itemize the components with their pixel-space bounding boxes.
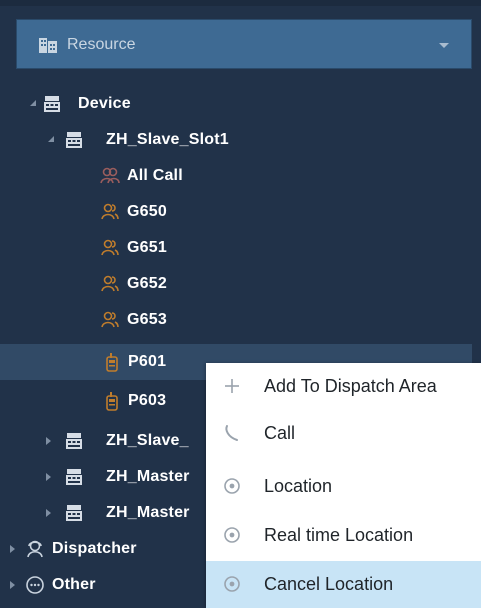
tree-node-label: All Call [127, 167, 183, 184]
tree-node-label: Other [52, 576, 96, 593]
resource-panel: Resource Device ZH_Slave_Slot1 All Call … [0, 0, 481, 608]
group-icon [100, 310, 120, 330]
tree-node-label: G652 [127, 275, 167, 292]
location-icon [222, 525, 242, 545]
context-menu: Add To Dispatch Area Call Location Real … [206, 363, 481, 608]
tree-node-device[interactable]: Device [0, 86, 472, 122]
tree-node-g651[interactable]: G651 [0, 230, 472, 266]
tree-node-label: P601 [128, 353, 167, 370]
menu-item-real-time-location[interactable]: Real time Location [206, 512, 481, 559]
location-icon [222, 476, 242, 496]
tree-node-label: ZH_Slave_ [106, 432, 189, 449]
device-icon [42, 94, 62, 114]
menu-item-label: Add To Dispatch Area [264, 376, 437, 396]
menu-item-call[interactable]: Call [206, 410, 481, 457]
collapse-arrow-icon[interactable] [46, 473, 51, 481]
tree-node-slave-slot1[interactable]: ZH_Slave_Slot1 [0, 122, 472, 158]
location-icon [222, 574, 242, 594]
group-icon [100, 274, 120, 294]
top-edge [0, 0, 481, 6]
building-icon [38, 36, 58, 54]
radio-icon [102, 391, 122, 411]
device-icon [64, 130, 84, 150]
resource-dropdown-label: Resource [67, 36, 136, 53]
device-icon [64, 503, 84, 523]
tree-node-g653[interactable]: G653 [0, 302, 472, 338]
tree-node-label: G650 [127, 203, 167, 220]
menu-item-label: Cancel Location [264, 574, 394, 594]
tree-node-label: ZH_Master [106, 504, 190, 521]
more-icon [25, 575, 45, 595]
device-icon [64, 431, 84, 451]
device-icon [64, 467, 84, 487]
tree-node-label: G653 [127, 311, 167, 328]
tree-node-label: P603 [128, 392, 167, 409]
tree-node-g650[interactable]: G650 [0, 194, 472, 230]
group-icon [100, 166, 120, 186]
radio-icon [102, 352, 122, 372]
tree-node-label: G651 [127, 239, 167, 256]
tree-node-label: Device [78, 95, 131, 112]
collapse-arrow-icon[interactable] [10, 545, 15, 553]
menu-item-cancel-location[interactable]: Cancel Location [206, 561, 481, 608]
tree-node-label: ZH_Master [106, 468, 190, 485]
menu-item-label: Real time Location [264, 525, 414, 545]
menu-item-add-to-dispatch-area[interactable]: Add To Dispatch Area [206, 363, 481, 410]
menu-item-label: Location [264, 476, 333, 496]
tree-node-label: Dispatcher [52, 540, 137, 557]
collapse-arrow-icon[interactable] [46, 437, 51, 445]
expand-arrow-icon[interactable] [48, 136, 54, 142]
resource-dropdown[interactable]: Resource [16, 19, 472, 69]
plus-icon [222, 376, 242, 396]
tree-node-g652[interactable]: G652 [0, 266, 472, 302]
dispatcher-icon [25, 539, 45, 559]
menu-item-label: Call [264, 423, 296, 443]
phone-icon [222, 423, 242, 443]
tree-node-label: ZH_Slave_Slot1 [106, 131, 229, 148]
menu-item-location[interactable]: Location [206, 463, 481, 510]
group-icon [100, 202, 120, 222]
collapse-arrow-icon[interactable] [46, 509, 51, 517]
expand-arrow-icon[interactable] [30, 100, 36, 106]
collapse-arrow-icon[interactable] [10, 581, 15, 589]
chevron-down-icon[interactable] [439, 43, 449, 48]
tree-node-all-call[interactable]: All Call [0, 158, 472, 194]
group-icon [100, 238, 120, 258]
